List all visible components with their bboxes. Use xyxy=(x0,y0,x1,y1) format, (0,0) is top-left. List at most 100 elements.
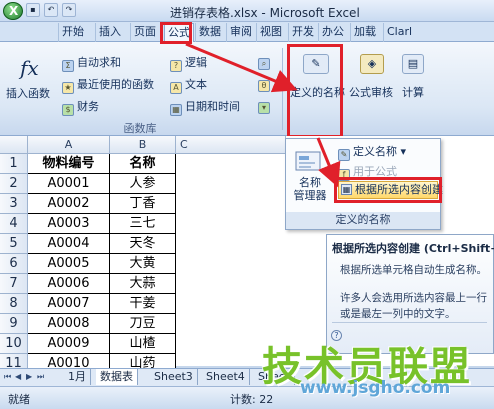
tooltip-line-2: 许多人会选用所选内容最上一行 xyxy=(340,292,487,304)
tooltip-line-3: 或是最左一列中的文字。 xyxy=(340,308,456,320)
dropdown-group-label: 定义的名称 xyxy=(286,212,440,229)
logic-button[interactable]: ? 逻辑 xyxy=(170,54,207,72)
finance-icon: $ xyxy=(62,104,74,116)
fx-icon[interactable]: fx xyxy=(20,56,39,80)
logic-icon: ? xyxy=(170,60,182,72)
formula-audit-button[interactable]: 公式审核 xyxy=(349,84,393,100)
column-header-a[interactable]: A xyxy=(28,136,110,154)
last-sheet-icon[interactable]: ⏭ xyxy=(37,372,45,382)
prev-sheet-icon[interactable]: ◀ xyxy=(15,372,23,382)
row-header[interactable]: 1 xyxy=(0,154,28,174)
more-functions-icon[interactable]: ▾ xyxy=(258,98,273,114)
row-header[interactable]: 4 xyxy=(0,214,28,234)
cell-material-name[interactable]: 山楂 xyxy=(110,334,176,354)
name-manager-label-1: 名称 xyxy=(299,176,321,189)
cell-material-id[interactable]: A0006 xyxy=(28,274,110,294)
cell-material-id[interactable]: A0001 xyxy=(28,174,110,194)
tab-review[interactable]: 审阅 xyxy=(226,23,255,42)
status-count: 计数: 22 xyxy=(230,393,274,406)
tab-view[interactable]: 视图 xyxy=(256,23,285,42)
cell-material-name[interactable]: 刀豆 xyxy=(110,314,176,334)
column-header-b[interactable]: B xyxy=(110,136,176,154)
redo-icon[interactable]: ↷ xyxy=(62,3,76,17)
row-header[interactable]: 3 xyxy=(0,194,28,214)
tab-insert[interactable]: 插入 xyxy=(95,23,124,42)
header-cell-name[interactable]: 名称 xyxy=(110,154,176,174)
sheet-tab-sheet4[interactable]: Sheet4 xyxy=(202,369,250,385)
ribbon-separator xyxy=(282,48,283,130)
row-header[interactable]: 6 xyxy=(0,254,28,274)
cell-material-name[interactable]: 丁香 xyxy=(110,194,176,214)
save-icon[interactable]: ▪ xyxy=(26,3,40,17)
row-header[interactable]: 5 xyxy=(0,234,28,254)
name-manager-label-2: 管理器 xyxy=(293,189,327,202)
cell-material-name[interactable]: 干姜 xyxy=(110,294,176,314)
cell-material-id[interactable]: A0004 xyxy=(28,234,110,254)
header-cell-id[interactable]: 物料编号 xyxy=(28,154,110,174)
cell-material-id[interactable]: A0009 xyxy=(28,334,110,354)
status-ready: 就绪 xyxy=(8,393,30,406)
tab-office[interactable]: 办公 xyxy=(318,23,347,42)
sheet-tab-data[interactable]: 数据表 xyxy=(96,369,138,385)
highlight-create-from-selection xyxy=(334,177,442,203)
tab-addins[interactable]: 加载 xyxy=(350,23,379,42)
tab-page[interactable]: 页面 xyxy=(130,23,159,42)
window-title: 进销存表格.xlsx - Microsoft Excel xyxy=(170,6,360,20)
sheet-tab-sheet3[interactable]: Sheet3 xyxy=(150,369,198,385)
quick-access-toolbar: ▪ ↶ ↷ xyxy=(26,3,76,17)
column-header-c[interactable]: C xyxy=(176,136,286,154)
function-library-group-label: 函数库 xyxy=(123,122,157,135)
formula-audit-icon[interactable]: ◈ xyxy=(360,54,384,74)
select-all-corner[interactable] xyxy=(0,136,28,154)
highlight-define-name xyxy=(287,44,343,138)
first-sheet-icon[interactable]: ⏮ xyxy=(4,372,12,382)
text-button[interactable]: A 文本 xyxy=(170,76,207,94)
name-manager-button[interactable]: 名称 管理器 xyxy=(290,176,330,202)
autosum-button[interactable]: Σ 自动求和 xyxy=(62,54,121,72)
tooltip-title: 根据所选内容创建 (Ctrl+Shift+F xyxy=(332,242,494,255)
row-header[interactable]: 10 xyxy=(0,334,28,354)
text-icon: A xyxy=(170,82,182,94)
row-header[interactable]: 2 xyxy=(0,174,28,194)
cell-material-name[interactable]: 天冬 xyxy=(110,234,176,254)
tooltip-line-1: 根据所选单元格自动生成名称。 xyxy=(340,264,487,276)
row-header[interactable]: 8 xyxy=(0,294,28,314)
insert-function-button[interactable]: 插入函数 xyxy=(6,85,50,101)
cell-material-name[interactable]: 人参 xyxy=(110,174,176,194)
finance-button[interactable]: $ 财务 xyxy=(62,98,99,116)
undo-icon[interactable]: ↶ xyxy=(44,3,58,17)
sheet-tab-jan[interactable]: 1月 xyxy=(64,369,91,385)
tab-home[interactable]: 开始 xyxy=(58,23,87,42)
row-header[interactable]: 9 xyxy=(0,314,28,334)
lookup-icon[interactable]: ⌕ xyxy=(258,54,273,70)
datetime-button[interactable]: ▦ 日期和时间 xyxy=(170,98,240,116)
cell-material-name[interactable]: 大蒜 xyxy=(110,274,176,294)
name-manager-icon[interactable] xyxy=(292,150,326,174)
star-icon: ★ xyxy=(62,82,74,94)
cell-material-id[interactable]: A0003 xyxy=(28,214,110,234)
excel-logo-icon[interactable]: X xyxy=(3,2,23,20)
cell-material-id[interactable]: A0008 xyxy=(28,314,110,334)
tooltip-divider xyxy=(332,322,487,323)
row-header[interactable]: 7 xyxy=(0,274,28,294)
define-name-small-icon: ✎ xyxy=(338,149,350,161)
next-sheet-icon[interactable]: ▶ xyxy=(26,372,34,382)
sigma-icon: Σ xyxy=(62,60,74,72)
cell-material-id[interactable]: A0002 xyxy=(28,194,110,214)
tab-developer[interactable]: 开发 xyxy=(288,23,317,42)
cell-material-id[interactable]: A0005 xyxy=(28,254,110,274)
calculator-icon[interactable]: ▤ xyxy=(402,54,424,74)
cell-material-name[interactable]: 大黄 xyxy=(110,254,176,274)
recent-functions-button[interactable]: ★ 最近使用的函数 xyxy=(62,76,154,94)
math-icon[interactable]: θ xyxy=(258,76,273,92)
cell-material-id[interactable]: A0007 xyxy=(28,294,110,314)
calendar-icon: ▦ xyxy=(170,104,182,116)
highlight-formulas-tab xyxy=(160,22,192,44)
tab-clarl[interactable]: Clarl xyxy=(383,23,415,42)
watermark-url: www.jsgho.com xyxy=(300,378,451,398)
chevron-down-icon: ▾ xyxy=(397,145,407,158)
define-name-menu-item[interactable]: ✎ 定义名称 ▾ xyxy=(338,143,406,161)
tab-data[interactable]: 数据 xyxy=(195,23,224,42)
calculate-button[interactable]: 计算 xyxy=(402,84,424,100)
cell-material-name[interactable]: 三七 xyxy=(110,214,176,234)
